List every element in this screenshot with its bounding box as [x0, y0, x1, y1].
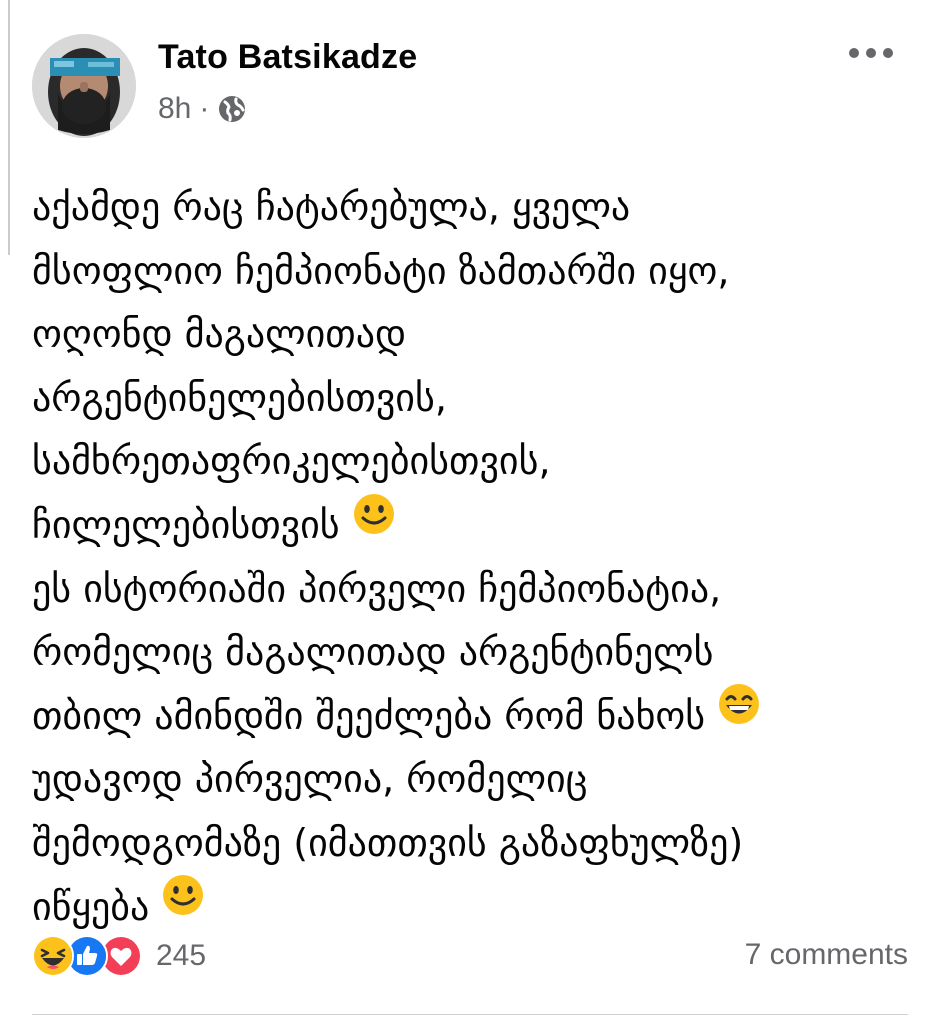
post-time[interactable]: 8h	[158, 92, 191, 126]
slightly-smiling-face-icon	[161, 873, 205, 937]
avatar[interactable]	[32, 34, 136, 138]
reaction-count[interactable]: 245	[156, 939, 206, 973]
thread-line	[8, 0, 10, 255]
grinning-face-icon	[717, 682, 761, 746]
reactions-summary[interactable]: 245	[32, 935, 206, 977]
post-meta: 8h ·	[158, 92, 247, 126]
meta-separator: ·	[199, 92, 210, 125]
author-name[interactable]: Tato Batsikadze	[158, 38, 417, 77]
post-line: ეს ისტორიაში პირველი ჩემპიონატია,	[32, 566, 722, 611]
post-line: ოღონდ მაგალითად	[32, 312, 407, 357]
slightly-smiling-face-icon	[352, 492, 396, 556]
laughing-reaction-icon	[32, 935, 74, 977]
post-line: რომელიც მაგალითად არგენტინელს	[32, 630, 714, 675]
post-line: მსოფლიო ჩემპიონატი ზამთარში იყო,	[32, 248, 730, 293]
post-line: იწყება	[32, 873, 922, 940]
post-text: აქამდე რაც ჩატარებულა, ყველა მსოფლიო ჩემ…	[32, 176, 922, 939]
post-line: აქამდე რაც ჩატარებულა, ყველა	[32, 185, 631, 229]
post-line: ჩილელებისთვის	[32, 492, 922, 558]
post-line: სამხრეთაფრიკელებისთვის,	[32, 439, 551, 484]
post-line: თბილ ამინდში შეეძლება რომ ნახოს	[32, 682, 922, 749]
more-options-icon[interactable]	[848, 42, 894, 64]
comments-link[interactable]: 7 comments	[745, 938, 908, 972]
avatar-image	[32, 34, 136, 138]
post-line: არგენტინელებისთვის,	[32, 375, 447, 420]
post-line: უდავოდ პირველია, რომელიც	[32, 757, 588, 802]
globe-icon	[217, 94, 247, 124]
post-line: შემოდგომაზე (იმათთვის გაზაფხულზე)	[32, 820, 744, 865]
divider	[32, 1014, 908, 1015]
